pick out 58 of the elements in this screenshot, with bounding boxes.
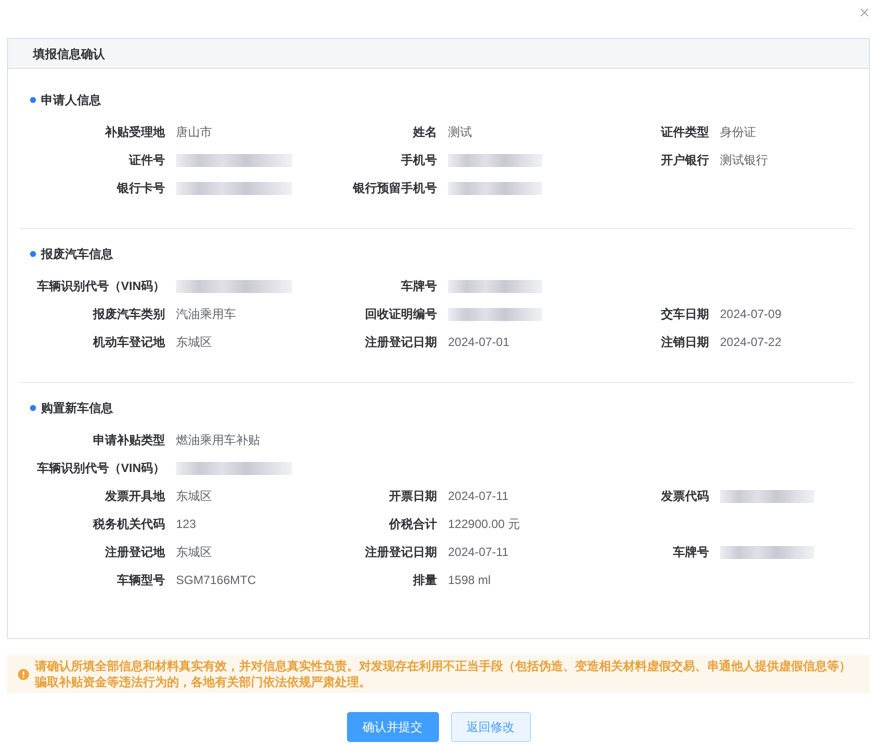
field-label: 税务机关代码 (92, 516, 165, 533)
field-value: 2024-07-09 (720, 306, 782, 323)
field-label: 证件号 (128, 152, 165, 169)
field-label: 注销日期 (660, 334, 709, 351)
submit-button[interactable]: 确认并提交 (346, 712, 438, 742)
field-label: 车辆识别代号（VIN码） (36, 278, 165, 295)
field-label: 交车日期 (660, 306, 709, 323)
field-label: 车辆型号 (116, 572, 165, 589)
field-label: 开户银行 (660, 152, 709, 169)
field-label: 姓名 (412, 124, 437, 141)
field-label: 申请补贴类型 (92, 432, 165, 449)
back-button[interactable]: 返回修改 (450, 712, 530, 742)
field-value: 2024-07-11 (448, 488, 508, 505)
field-value: 122900.00 元 (448, 516, 520, 533)
field-value: 东城区 (176, 488, 212, 505)
field-label: 手机号 (400, 152, 437, 169)
field-value: 测试银行 (720, 152, 768, 169)
field-label: 注册登记日期 (364, 334, 437, 351)
field-label: 报废汽车类别 (92, 306, 165, 323)
field-label: 银行卡号 (116, 180, 165, 197)
field-value: 身份证 (720, 124, 756, 141)
field-label: 车辆识别代号（VIN码） (36, 460, 165, 477)
field-value: 2024-07-11 (448, 544, 508, 561)
field-value: 测试 (448, 124, 472, 141)
field-label: 开票日期 (388, 488, 437, 505)
field-label: 价税合计 (388, 516, 437, 533)
field-label: 注册登记地 (104, 544, 165, 561)
bullet-icon (30, 251, 36, 257)
field-label: 回收证明编号 (364, 306, 437, 323)
field-label: 银行预留手机号 (352, 180, 437, 197)
section-title: 申请人信息 (41, 92, 101, 109)
field-value: 2024-07-22 (720, 334, 782, 351)
panel-title: 填报信息确认 (33, 46, 105, 62)
field-value: 汽油乘用车 (176, 306, 236, 323)
field-value: 123 (176, 516, 196, 533)
field-value: SGM7166MTC (176, 572, 256, 589)
bullet-icon (30, 405, 36, 411)
field-label: 补贴受理地 (104, 124, 165, 141)
field-value: 燃油乘用车补贴 (176, 432, 260, 449)
field-value: 唐山市 (176, 124, 212, 141)
field-label: 注册登记日期 (364, 544, 437, 561)
field-label: 证件类型 (660, 124, 709, 141)
bullet-icon (30, 97, 36, 103)
field-label: 车牌号 (400, 278, 437, 295)
field-label: 发票开具地 (104, 488, 165, 505)
section-title: 购置新车信息 (41, 400, 113, 417)
field-value: 2024-07-01 (448, 334, 510, 351)
section-title: 报废汽车信息 (41, 246, 113, 263)
notice-text: 请确认所填全部信息和材料真实有效，并对信息真实性负责。对发现存在利用不正当手段（包括伪造、变造相关材料虚假交易、串通他人提供虚假信息等）骗取补贴资金等违法行为的，各地有关部门依法依规严肃处理。 (35, 658, 852, 690)
field-label: 排量 (412, 572, 437, 589)
field-label: 机动车登记地 (92, 334, 165, 351)
warning-icon (18, 668, 29, 680)
close-icon[interactable] (860, 8, 869, 17)
field-value: 东城区 (176, 544, 212, 561)
field-value: 东城区 (176, 334, 212, 351)
field-label: 车牌号 (672, 544, 709, 561)
field-value: 1598 ml (448, 572, 491, 589)
field-label: 发票代码 (660, 488, 709, 505)
